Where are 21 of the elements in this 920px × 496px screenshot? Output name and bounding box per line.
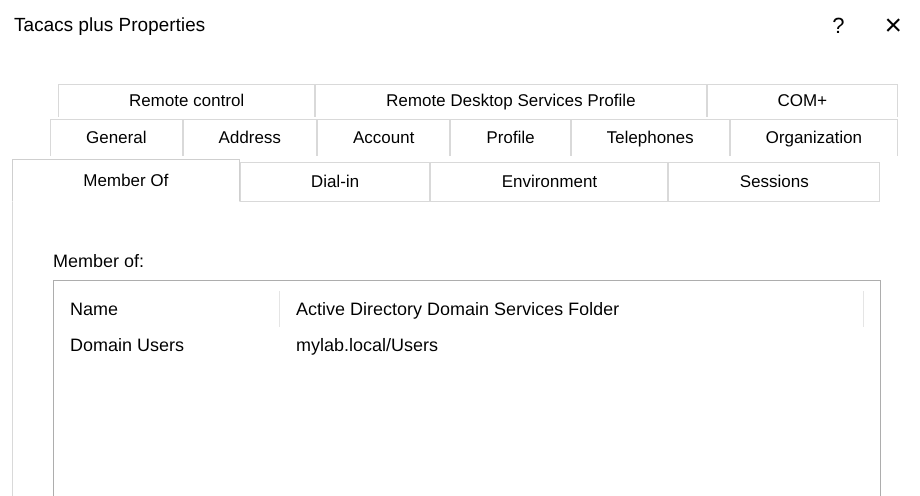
tab[interactable]: Dial-in — [240, 162, 430, 202]
tab[interactable]: Member Of — [12, 159, 240, 202]
list-cell[interactable]: Domain Users — [54, 334, 280, 356]
section-label: Member of: — [53, 251, 146, 272]
list-cell[interactable]: mylab.local/Users — [280, 334, 864, 356]
tab[interactable]: Environment — [430, 162, 668, 202]
column-header[interactable]: Name — [54, 291, 280, 327]
tab[interactable]: COM+ — [706, 84, 898, 117]
tab[interactable]: General — [50, 119, 183, 156]
tab[interactable]: Address — [182, 119, 317, 156]
tab[interactable]: Account — [316, 119, 450, 156]
tab[interactable]: Telephones — [570, 119, 730, 156]
tab[interactable]: Remote Desktop Services Profile — [315, 84, 706, 117]
close-button[interactable]: × — [884, 9, 902, 43]
tab[interactable]: Remote control — [58, 84, 316, 117]
tab[interactable]: Profile — [450, 119, 571, 156]
help-button[interactable]: ? — [832, 13, 844, 39]
column-header[interactable]: Active Directory Domain Services Folder — [280, 291, 864, 327]
tab[interactable]: Sessions — [668, 162, 880, 202]
window-title: Tacacs plus Properties — [14, 15, 206, 37]
tab[interactable]: Organization — [730, 119, 898, 156]
